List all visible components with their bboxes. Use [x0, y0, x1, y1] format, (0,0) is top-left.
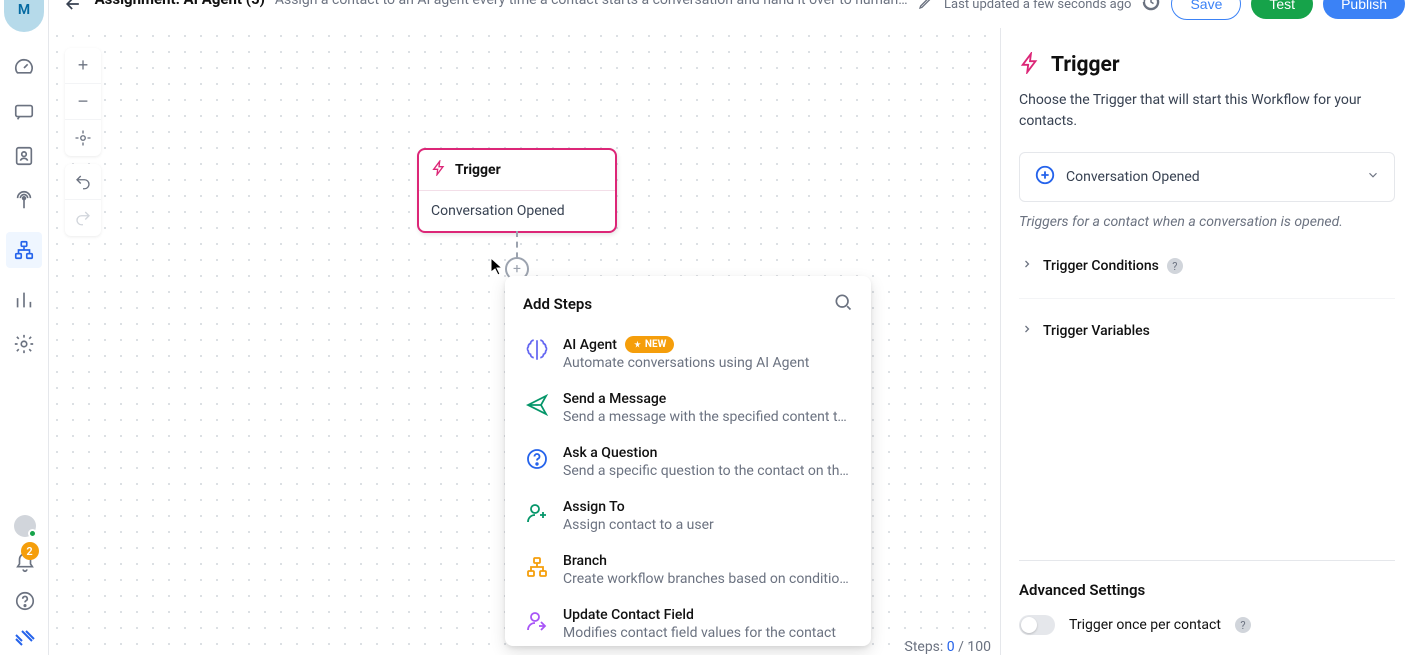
bolt-icon — [1019, 52, 1041, 78]
nav-help-icon[interactable] — [13, 589, 37, 613]
back-button[interactable] — [61, 0, 85, 16]
nav-workflows-icon[interactable] — [6, 232, 42, 268]
undo-button[interactable] — [65, 164, 101, 200]
save-button[interactable]: Save — [1171, 0, 1241, 20]
new-badge: NEW — [625, 336, 674, 353]
publish-button[interactable]: Publish — [1323, 0, 1405, 19]
step-option-branch[interactable]: Branch Create workflow branches based on … — [511, 543, 865, 597]
trigger-variables-accordion[interactable]: Trigger Variables — [1019, 315, 1395, 347]
notif-count-badge: 2 — [21, 542, 39, 560]
zoom-in-button[interactable]: + — [65, 48, 101, 84]
nav-user-presence[interactable] — [14, 515, 36, 537]
step-title: Branch — [563, 553, 607, 569]
online-dot-icon — [28, 529, 37, 538]
step-description: Automate conversations using AI Agent — [563, 355, 853, 371]
nav-speedometer-icon[interactable] — [12, 56, 36, 80]
step-option-send-a-message[interactable]: Send a Message Send a message with the sp… — [511, 381, 865, 435]
trigger-once-toggle[interactable] — [1019, 615, 1055, 635]
trigger-node-header-label: Trigger — [455, 162, 501, 178]
step-title: Assign To — [563, 499, 625, 515]
update-icon — [523, 607, 551, 635]
canvas-toolbar: + − — [65, 48, 101, 236]
edit-icon[interactable] — [918, 0, 934, 14]
nav-messages-icon[interactable] — [12, 100, 36, 124]
help-tooltip-icon[interactable]: ? — [1235, 617, 1251, 633]
trigger-select-label: Conversation Opened — [1066, 169, 1356, 185]
step-title: AI Agent — [563, 337, 617, 353]
zoom-out-button[interactable]: − — [65, 84, 101, 120]
nav-contacts-icon[interactable] — [12, 144, 36, 168]
step-option-ask-a-question[interactable]: Ask a Question Send a specific question t… — [511, 435, 865, 489]
nav-broadcast-icon[interactable] — [12, 188, 36, 212]
assign-icon — [523, 499, 551, 527]
step-title: Update Contact Field — [563, 607, 694, 623]
bolt-icon — [431, 160, 447, 180]
recenter-button[interactable] — [65, 120, 101, 156]
step-option-assign-to[interactable]: Assign To Assign contact to a user — [511, 489, 865, 543]
plus-circle-icon — [1034, 164, 1056, 190]
step-option-update-contact-field[interactable]: Update Contact Field Modifies contact fie… — [511, 597, 865, 646]
trigger-sub-description: Triggers for a contact when a conversati… — [1019, 214, 1395, 230]
nav-settings-icon[interactable] — [12, 332, 36, 356]
trigger-once-label: Trigger once per contact — [1069, 617, 1221, 633]
chevron-down-icon — [1366, 168, 1380, 186]
step-description: Modifies contact field values for the co… — [563, 625, 853, 641]
question-icon — [523, 445, 551, 473]
workspace-avatar[interactable]: M — [4, 0, 44, 32]
popover-title: Add Steps — [523, 295, 592, 313]
trigger-conditions-accordion[interactable]: Trigger Conditions ? — [1019, 250, 1395, 282]
last-updated-label: Last updated a few seconds ago — [944, 0, 1131, 12]
step-description: Assign contact to a user — [563, 517, 853, 533]
chevron-right-icon — [1019, 258, 1035, 274]
step-description: Send a message with the specified conten… — [563, 409, 853, 425]
branch-icon — [523, 553, 551, 581]
nav-reports-icon[interactable] — [12, 288, 36, 312]
panel-title: Trigger — [1051, 53, 1120, 77]
left-nav-sidebar: M 2 — [0, 0, 49, 655]
step-title: Send a Message — [563, 391, 666, 407]
step-description: Send a specific question to the contact … — [563, 463, 853, 479]
send-icon — [523, 391, 551, 419]
workflow-canvas[interactable]: + − Trigger Conversation Opened + — [49, 28, 1001, 655]
step-title: Ask a Question — [563, 445, 657, 461]
history-icon[interactable] — [1141, 0, 1161, 16]
redo-button[interactable] — [65, 200, 101, 236]
nav-wings-icon[interactable] — [13, 627, 37, 651]
help-tooltip-icon[interactable]: ? — [1167, 258, 1183, 274]
chevron-right-icon — [1019, 323, 1035, 339]
search-icon[interactable] — [833, 292, 853, 316]
panel-description: Choose the Trigger that will start this … — [1019, 90, 1395, 132]
add-steps-popover: Add Steps AI Agent NEW Automate conversati… — [505, 276, 871, 646]
workflow-title: Assignment: AI Agent (5) — [95, 0, 265, 8]
advanced-settings-title: Advanced Settings — [1019, 581, 1395, 599]
test-button[interactable]: Test — [1251, 0, 1313, 19]
workflow-description: Assign a contact to an AI agent every ti… — [275, 0, 908, 8]
page-header: Assignment: AI Agent (5) Assign a contac… — [49, 0, 1425, 28]
trigger-config-panel: Trigger Choose the Trigger that will sta… — [1001, 28, 1425, 655]
trigger-node[interactable]: Trigger Conversation Opened + — [417, 148, 617, 233]
trigger-select-dropdown[interactable]: Conversation Opened — [1019, 152, 1395, 202]
step-description: Create workflow branches based on condit… — [563, 571, 853, 587]
brain-icon — [523, 336, 551, 364]
step-option-ai-agent[interactable]: AI Agent NEW Automate conversations using … — [511, 326, 865, 381]
nav-notifications-icon[interactable]: 2 — [13, 551, 37, 575]
trigger-node-value: Conversation Opened — [419, 191, 615, 231]
step-counter: Steps: 0 / 100 — [905, 639, 992, 655]
